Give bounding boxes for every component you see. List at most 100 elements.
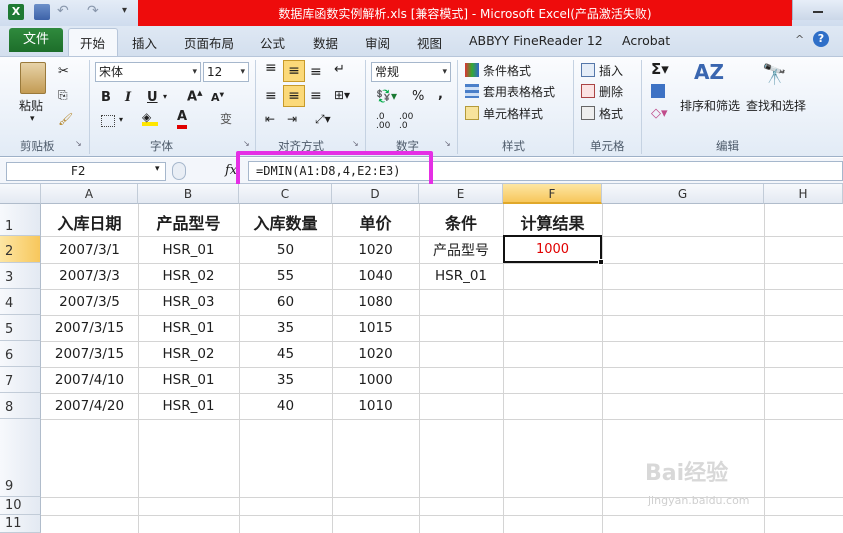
cell-d5[interactable]: 1015 [332, 320, 419, 336]
cell-c2[interactable]: 50 [239, 242, 332, 258]
tab-data[interactable]: 数据 [313, 33, 338, 52]
column-header-a[interactable]: A [41, 184, 138, 204]
conditional-format-button[interactable]: 条件格式 [483, 62, 531, 79]
cell-b7[interactable]: HSR_01 [138, 372, 239, 388]
orientation-icon[interactable]: ⤢▾ [315, 112, 331, 127]
row-header-7[interactable]: 7 [0, 367, 41, 393]
row-header-3[interactable]: 3 [0, 263, 41, 289]
customize-toolbar-icon[interactable]: ▾ [122, 5, 127, 16]
cut-icon[interactable]: ✂ [58, 64, 69, 79]
cell-b4[interactable]: HSR_03 [138, 294, 239, 310]
find-select-icon[interactable]: 🔭 [762, 62, 787, 86]
row-header-10[interactable]: 10 [0, 497, 41, 515]
border-icon[interactable] [101, 115, 115, 127]
formula-bar-grip-icon[interactable] [172, 162, 186, 180]
merge-center-icon[interactable]: ⊞▾ [334, 88, 350, 102]
row-header-2[interactable]: 2 [0, 236, 41, 263]
tab-formulas[interactable]: 公式 [260, 33, 285, 52]
save-icon[interactable] [34, 4, 50, 20]
underline-icon[interactable]: U [147, 90, 158, 105]
sort-filter-icon[interactable]: AZ [694, 62, 724, 82]
cell-d3[interactable]: 1040 [332, 268, 419, 284]
cell-b5[interactable]: HSR_01 [138, 320, 239, 336]
clipboard-launcher-icon[interactable]: ↘ [75, 139, 82, 148]
align-top-icon[interactable]: ≡ [265, 61, 277, 75]
number-format-combo[interactable]: 常规 ▾ [371, 62, 451, 82]
cell-b1[interactable]: 产品型号 [138, 210, 239, 234]
help-icon[interactable]: ? [813, 31, 829, 47]
tab-insert[interactable]: 插入 [132, 33, 157, 52]
cell-a3[interactable]: 2007/3/3 [41, 268, 138, 284]
minimize-button[interactable] [792, 0, 843, 20]
chevron-down-icon[interactable]: ▾ [240, 63, 245, 81]
sort-filter-button[interactable]: 排序和筛选 [680, 97, 740, 114]
bold-icon[interactable]: B [101, 90, 111, 105]
row-header-9[interactable]: 9 [0, 419, 41, 497]
underline-dropdown-icon[interactable]: ▾ [163, 92, 167, 101]
cell-d8[interactable]: 1010 [332, 398, 419, 414]
align-bottom-icon[interactable]: ≡ [310, 64, 322, 80]
cell-d4[interactable]: 1080 [332, 294, 419, 310]
row-header-5[interactable]: 5 [0, 315, 41, 341]
wrap-text-icon[interactable]: ↵ [334, 62, 345, 77]
row-header-1[interactable]: 1 [0, 204, 41, 236]
row-header-11[interactable]: 11 [0, 515, 41, 533]
table-format-icon[interactable] [465, 84, 479, 98]
cell-a5[interactable]: 2007/3/15 [41, 320, 138, 336]
ribbon-minimize-icon[interactable]: ^ [795, 33, 804, 46]
cell-d7[interactable]: 1000 [332, 372, 419, 388]
delete-button[interactable]: 删除 [599, 83, 623, 100]
cell-c4[interactable]: 60 [239, 294, 332, 310]
cell-b8[interactable]: HSR_01 [138, 398, 239, 414]
italic-icon[interactable]: I [125, 90, 131, 105]
column-header-f[interactable]: F [503, 184, 602, 204]
cell-b2[interactable]: HSR_01 [138, 242, 239, 258]
cell-e2[interactable]: 产品型号 [419, 240, 503, 260]
fill-handle[interactable] [598, 259, 604, 265]
cell-c1[interactable]: 入库数量 [239, 210, 332, 234]
column-header-g[interactable]: G [602, 184, 764, 204]
cell-b3[interactable]: HSR_02 [138, 268, 239, 284]
align-left-icon[interactable]: ≡ [265, 88, 277, 104]
find-select-button[interactable]: 查找和选择 [746, 97, 806, 114]
cell-f1[interactable]: 计算结果 [503, 210, 602, 234]
tab-abbyy[interactable]: ABBYY FineReader 12 [469, 33, 603, 48]
decrease-indent-icon[interactable]: ⇤ [265, 112, 275, 126]
font-size-combo[interactable]: 12 ▾ [203, 62, 249, 82]
cell-c6[interactable]: 45 [239, 346, 332, 362]
conditional-format-icon[interactable] [465, 63, 479, 77]
cell-style-button[interactable]: 单元格样式 [483, 105, 543, 122]
shrink-font-icon[interactable]: A▼ [211, 91, 224, 104]
paste-dropdown-icon[interactable]: ▾ [30, 114, 35, 124]
tab-review[interactable]: 审阅 [365, 33, 390, 52]
currency-icon[interactable]: 💱▾ [376, 89, 397, 103]
font-name-combo[interactable]: 宋体 ▾ [95, 62, 201, 82]
column-header-c[interactable]: C [239, 184, 332, 204]
column-header-b[interactable]: B [138, 184, 239, 204]
format-button[interactable]: 格式 [599, 105, 623, 122]
fill-icon[interactable] [651, 84, 665, 98]
row-header-4[interactable]: 4 [0, 289, 41, 315]
alignment-launcher-icon[interactable]: ↘ [352, 139, 359, 148]
font-color-icon[interactable]: A [177, 109, 188, 129]
cell-d6[interactable]: 1020 [332, 346, 419, 362]
format-painter-icon[interactable]: 🖌 [58, 112, 73, 126]
row-header-8[interactable]: 8 [0, 393, 41, 419]
align-middle-icon[interactable]: ≡ [283, 60, 305, 82]
align-center-icon[interactable]: ≡ [283, 85, 305, 107]
copy-icon[interactable]: ⎘ [58, 88, 68, 103]
percent-icon[interactable]: % [412, 89, 424, 104]
chevron-down-icon[interactable]: ▾ [192, 63, 197, 81]
tab-view[interactable]: 视图 [417, 33, 442, 52]
name-box[interactable]: F2 [6, 162, 166, 181]
cell-a1[interactable]: 入库日期 [41, 210, 138, 234]
tab-home[interactable]: 开始 [80, 33, 105, 52]
name-box-dropdown-icon[interactable]: ▾ [155, 164, 160, 174]
cell-c7[interactable]: 35 [239, 372, 332, 388]
delete-cells-icon[interactable] [581, 84, 595, 98]
phonetic-icon[interactable]: 变 [220, 110, 232, 127]
cell-e1[interactable]: 条件 [419, 210, 503, 234]
cell-b6[interactable]: HSR_02 [138, 346, 239, 362]
tab-page-layout[interactable]: 页面布局 [184, 33, 234, 52]
paste-button[interactable]: 粘贴 [19, 97, 43, 114]
